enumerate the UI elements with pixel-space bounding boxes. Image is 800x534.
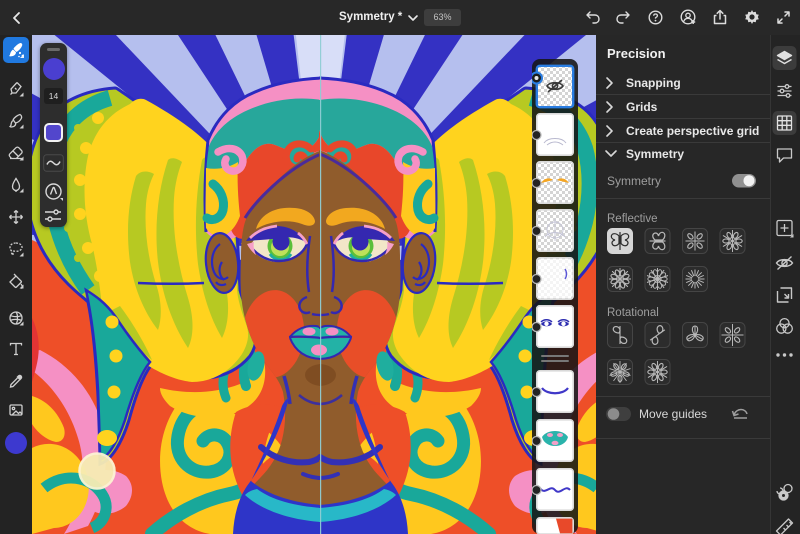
svg-text:Create perspective grid: Create perspective grid — [626, 124, 759, 138]
svg-text:Grids: Grids — [626, 100, 658, 114]
svg-text:Precision: Precision — [607, 46, 666, 61]
svg-text:Reflective: Reflective — [607, 213, 658, 225]
svg-text:Snapping: Snapping — [626, 76, 681, 90]
svg-text:Symmetry: Symmetry — [607, 174, 661, 188]
svg-text:Move guides: Move guides — [639, 407, 707, 421]
svg-text:Rotational: Rotational — [607, 307, 659, 319]
svg-text:Symmetry: Symmetry — [626, 147, 684, 161]
